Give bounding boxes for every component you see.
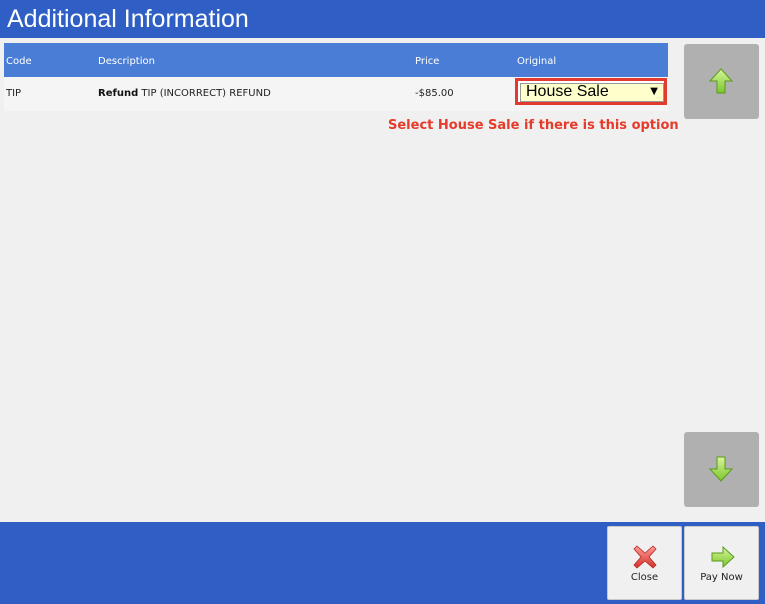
description-rest: TIP (INCORRECT) REFUND [141,88,271,99]
original-select-value: House Sale [526,83,609,100]
column-header-code: Code [6,56,32,67]
table-row[interactable]: TIP Refund TIP (INCORRECT) REFUND -$85.0… [4,77,668,111]
close-button[interactable]: Close [607,526,682,600]
arrow-down-icon [708,456,734,482]
table-header: Code Description Price Original [4,43,668,77]
arrow-up-icon [708,68,734,94]
close-label: Close [630,572,659,583]
pay-now-button[interactable]: Pay Now [684,526,759,600]
column-header-price: Price [415,56,440,67]
cell-description: Refund TIP (INCORRECT) REFUND [98,88,271,99]
column-header-description: Description [98,56,155,67]
footer-bar: Close Pay Now [0,522,765,604]
content-area: Code Description Price Original TIP Refu… [0,38,765,522]
scroll-down-button[interactable] [684,432,759,507]
cell-code: TIP [6,88,22,99]
description-bold: Refund [98,88,139,99]
column-header-original: Original [517,56,557,67]
close-icon [633,545,657,569]
cell-price: -$85.00 [415,88,454,99]
instruction-annotation: Select House Sale if there is this optio… [388,118,679,133]
window-title: Additional Information [7,5,249,33]
scroll-up-button[interactable] [684,44,759,119]
original-select[interactable]: House Sale ▼ [520,83,664,102]
pay-now-label: Pay Now [700,572,743,583]
title-bar: Additional Information [0,0,765,38]
arrow-right-icon [711,545,735,569]
caret-down-icon: ▼ [650,86,658,97]
original-select-highlight: House Sale ▼ [515,78,667,105]
